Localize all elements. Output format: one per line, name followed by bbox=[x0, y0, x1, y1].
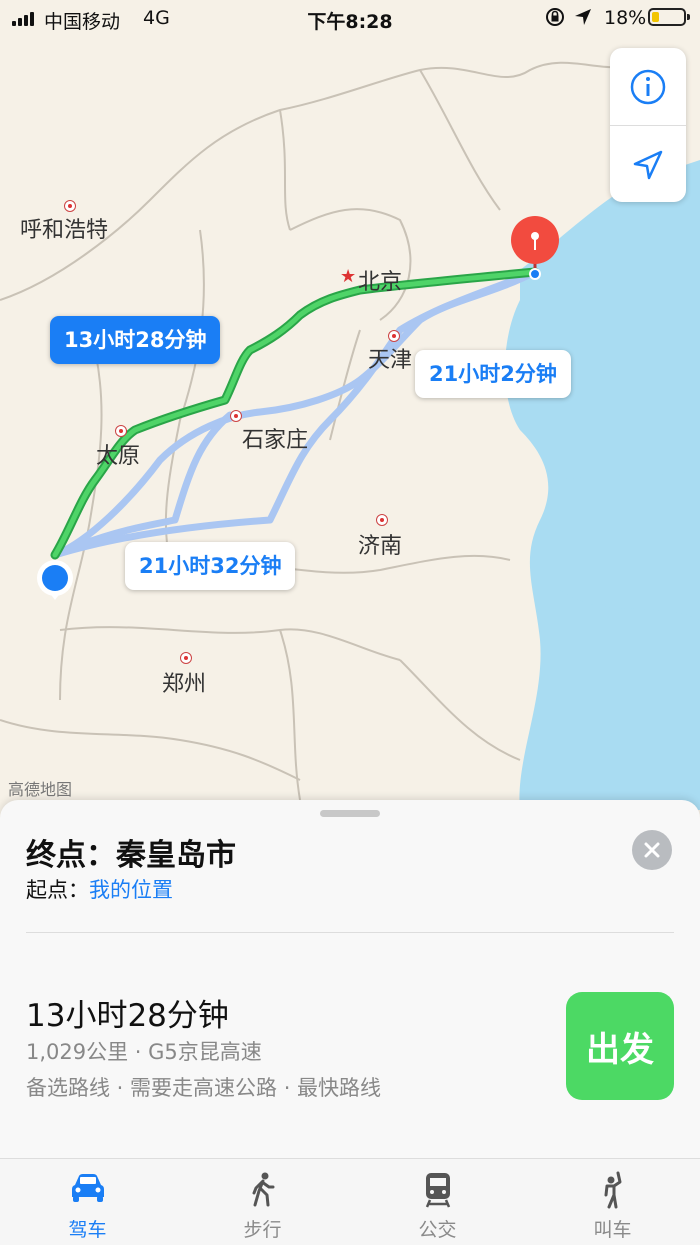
map-controls bbox=[610, 48, 686, 202]
tab-label: 步行 bbox=[243, 1219, 282, 1241]
close-icon bbox=[644, 842, 660, 858]
route-notes: 备选路线 · 需要走高速公路 · 最快路线 bbox=[26, 1076, 382, 1100]
tab-label: 驾车 bbox=[68, 1219, 107, 1241]
city-label-tianjin: 天津 bbox=[368, 348, 413, 373]
city-marker-icon bbox=[64, 200, 76, 212]
city-marker-icon bbox=[115, 425, 127, 437]
divider bbox=[26, 932, 674, 933]
capital-star-icon: ★ bbox=[340, 266, 356, 287]
walk-icon bbox=[252, 1172, 274, 1207]
close-button[interactable] bbox=[632, 830, 672, 870]
origin-value[interactable]: 我的位置 bbox=[89, 878, 173, 902]
tab-ride[interactable]: 叫车 bbox=[525, 1159, 700, 1245]
tab-walk[interactable]: 步行 bbox=[175, 1159, 350, 1245]
origin-label: 起点： bbox=[26, 878, 89, 902]
map-view[interactable]: ★ 呼和浩特 北京 天津 太原 石家庄 济南 郑州 13小时28分钟 21小时2… bbox=[0, 0, 700, 810]
car-icon bbox=[71, 1174, 104, 1202]
ride-hail-icon bbox=[604, 1171, 621, 1209]
destination-line: 终点：秦皇岛市 bbox=[26, 830, 236, 874]
transport-tab-bar: 驾车 步行 公交 叫车 bbox=[0, 1158, 700, 1245]
go-button[interactable]: 出发 bbox=[566, 992, 674, 1100]
city-label-taiyuan: 太原 bbox=[96, 444, 141, 469]
location-arrow-icon bbox=[633, 150, 663, 179]
route-distance: 1,029公里 · G5京昆高速 bbox=[26, 1040, 262, 1064]
status-bar: 中国移动 4G 下午8:28 18% bbox=[0, 0, 700, 38]
route-callout-alt-2[interactable]: 21小时32分钟 bbox=[125, 542, 296, 590]
info-icon bbox=[630, 69, 666, 104]
city-marker-icon bbox=[230, 410, 242, 422]
destination-name: 秦皇岛市 bbox=[116, 838, 236, 873]
location-services-icon bbox=[575, 9, 591, 25]
tab-transit[interactable]: 公交 bbox=[350, 1159, 525, 1245]
destination-label: 终点： bbox=[26, 838, 116, 873]
tab-drive[interactable]: 驾车 bbox=[0, 1159, 175, 1245]
city-label-beijing: 北京 bbox=[358, 270, 403, 295]
city-marker-icon bbox=[180, 652, 192, 664]
city-label-hohhot: 呼和浩特 bbox=[20, 218, 109, 243]
battery-icon bbox=[648, 8, 690, 26]
sheet-grabber[interactable] bbox=[320, 810, 380, 817]
city-label-jinan: 济南 bbox=[358, 534, 403, 559]
train-icon bbox=[425, 1173, 450, 1208]
clock: 下午8:28 bbox=[307, 11, 393, 33]
city-marker-icon bbox=[376, 514, 388, 526]
locate-me-button[interactable] bbox=[610, 126, 686, 203]
map-canvas[interactable]: ★ bbox=[0, 0, 700, 810]
route-duration: 13小时28分钟 bbox=[26, 998, 229, 1034]
map-attribution: 高德地图 bbox=[8, 780, 73, 799]
battery-percent: 18% bbox=[604, 7, 647, 29]
city-label-zhengzhou: 郑州 bbox=[162, 672, 207, 697]
city-label-shijiazhuang: 石家庄 bbox=[242, 428, 309, 453]
city-marker-icon bbox=[388, 330, 400, 342]
info-button[interactable] bbox=[610, 48, 686, 125]
origin-line: 起点：我的位置 bbox=[26, 874, 173, 904]
rotation-lock-icon bbox=[546, 8, 564, 26]
tab-label: 公交 bbox=[418, 1219, 457, 1241]
route-callout-primary[interactable]: 13小时28分钟 bbox=[50, 316, 221, 364]
tab-label: 叫车 bbox=[593, 1219, 632, 1241]
route-callout-alt-1[interactable]: 21小时2分钟 bbox=[415, 350, 571, 398]
